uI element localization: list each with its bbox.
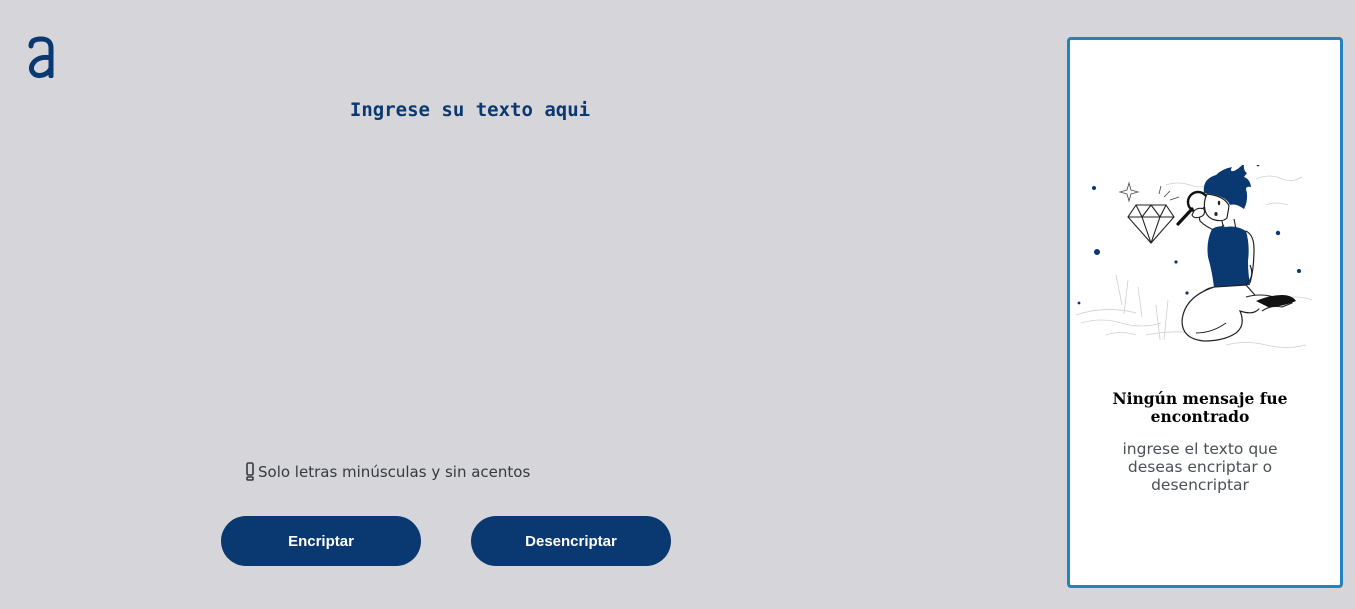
- app-page: Solo letras minúsculas y sin acentos Enc…: [0, 0, 1355, 609]
- boy-with-magnifying-glass-illustration: [1076, 165, 1313, 348]
- text-input[interactable]: [100, 95, 840, 425]
- exclamation-icon: [246, 462, 254, 481]
- logo-icon[interactable]: [27, 36, 57, 78]
- empty-state-title: Ningún mensaje fue encontrado: [1112, 389, 1288, 426]
- encrypt-button[interactable]: Encriptar: [221, 516, 421, 566]
- empty-state-message: ingrese el texto que deseas encriptar o …: [1122, 440, 1278, 494]
- hint-message: Solo letras minúsculas y sin acentos: [246, 462, 530, 481]
- hint-text: Solo letras minúsculas y sin acentos: [258, 462, 531, 481]
- output-panel: Ningún mensaje fue encontrado ingrese el…: [1067, 37, 1343, 588]
- decrypt-button[interactable]: Desencriptar: [471, 516, 671, 566]
